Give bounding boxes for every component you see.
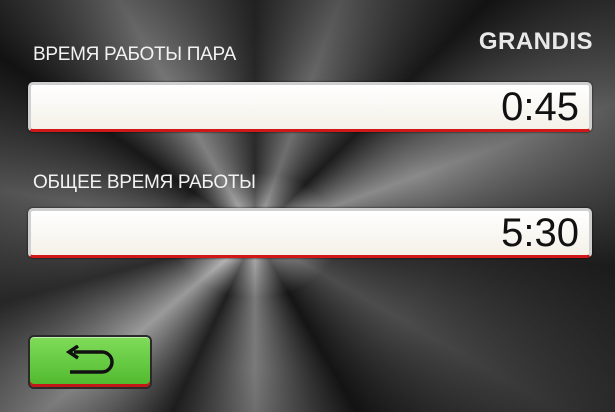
device-screen: GRANDIS ВРЕМЯ РАБОТЫ ПАРА 0:45 ОБЩЕЕ ВРЕ… [0,0,615,412]
steam-time-label: ВРЕМЯ РАБОТЫ ПАРА [33,44,236,65]
steam-time-display: 0:45 [28,82,592,132]
back-arrow-icon [65,345,114,374]
brand-logo: GRANDIS [478,28,593,55]
steam-time-value: 0:45 [501,85,579,129]
total-time-display: 5:30 [28,208,592,258]
total-time-label: ОБЩЕЕ ВРЕМЯ РАБОТЫ [33,172,256,193]
total-time-value: 5:30 [501,211,579,255]
back-button[interactable] [28,335,152,389]
